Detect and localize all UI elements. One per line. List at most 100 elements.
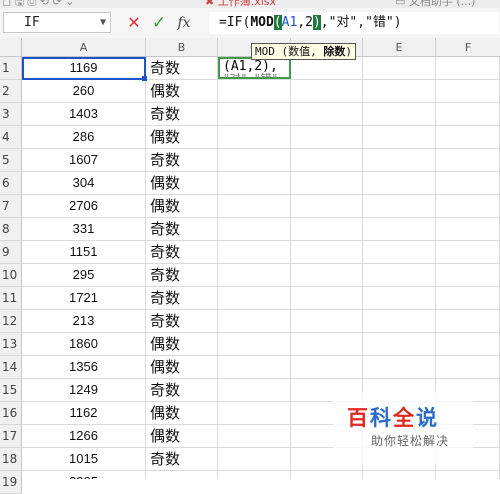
cell-b[interactable]	[146, 471, 218, 479]
cell-empty[interactable]	[291, 218, 363, 241]
cell-empty[interactable]	[291, 149, 363, 172]
cell-a[interactable]: 260	[22, 80, 146, 103]
cell-empty[interactable]	[436, 287, 500, 310]
column-header-b[interactable]: B	[146, 38, 218, 57]
cell-b[interactable]: 偶数	[146, 126, 218, 149]
cell-empty[interactable]	[363, 264, 436, 287]
cancel-icon[interactable]: ✕	[124, 12, 144, 34]
name-box[interactable]: IF ▼	[3, 12, 111, 33]
cell-empty[interactable]	[291, 310, 363, 333]
column-header-a[interactable]: A	[22, 38, 146, 57]
cell-empty[interactable]	[218, 310, 291, 333]
fx-icon[interactable]: fx	[174, 12, 194, 34]
cell-empty[interactable]	[436, 57, 500, 80]
assistant-tab[interactable]: ▭ 文档助手 (...)	[395, 0, 475, 8]
cell-empty[interactable]	[291, 103, 363, 126]
cell-empty[interactable]	[363, 218, 436, 241]
row-header[interactable]: 19	[0, 471, 22, 494]
cell-b[interactable]: 奇数	[146, 218, 218, 241]
cell-a[interactable]: 1607	[22, 149, 146, 172]
cell-b[interactable]: 奇数	[146, 287, 218, 310]
cell-empty[interactable]	[436, 103, 500, 126]
formula-input[interactable]: =IF(MOD(A1,2),"对","错")	[209, 12, 499, 34]
cell-empty[interactable]	[363, 241, 436, 264]
cell-a[interactable]: 1266	[22, 425, 146, 448]
cell-empty[interactable]	[363, 126, 436, 149]
cell-empty[interactable]	[218, 425, 291, 448]
cell-empty[interactable]	[363, 471, 436, 479]
cell-empty[interactable]	[363, 356, 436, 379]
cell-empty[interactable]	[436, 264, 500, 287]
cell-a[interactable]: 1721	[22, 287, 146, 310]
cell-empty[interactable]	[218, 126, 291, 149]
cell-empty[interactable]	[436, 356, 500, 379]
cell-empty[interactable]	[363, 103, 436, 126]
cell-empty[interactable]	[436, 126, 500, 149]
cell-empty[interactable]	[218, 103, 291, 126]
cell-empty[interactable]	[218, 80, 291, 103]
cell-a[interactable]: 1356	[22, 356, 146, 379]
cell-empty[interactable]	[363, 172, 436, 195]
cell-a[interactable]: 1249	[22, 379, 146, 402]
row-header[interactable]: 7	[0, 195, 22, 218]
cell-empty[interactable]	[363, 310, 436, 333]
cell-a[interactable]: 331	[22, 218, 146, 241]
cell-a[interactable]: 1403	[22, 103, 146, 126]
row-header[interactable]: 4	[0, 126, 22, 149]
cell-b[interactable]: 偶数	[146, 172, 218, 195]
cell-empty[interactable]	[218, 402, 291, 425]
cell-empty[interactable]	[218, 379, 291, 402]
cell-empty[interactable]	[218, 264, 291, 287]
cell-empty[interactable]	[291, 172, 363, 195]
cell-empty[interactable]	[363, 287, 436, 310]
cell-empty[interactable]	[436, 80, 500, 103]
cell-empty[interactable]	[218, 241, 291, 264]
cell-b[interactable]: 偶数	[146, 333, 218, 356]
cell-a[interactable]: 1015	[22, 448, 146, 471]
row-header[interactable]: 5	[0, 149, 22, 172]
row-header[interactable]: 11	[0, 287, 22, 310]
cell-empty[interactable]	[436, 241, 500, 264]
row-header[interactable]: 12	[0, 310, 22, 333]
cell-b[interactable]: 偶数	[146, 195, 218, 218]
cell-empty[interactable]	[291, 287, 363, 310]
cell-b[interactable]: 奇数	[146, 448, 218, 471]
row-header[interactable]: 16	[0, 402, 22, 425]
cell-empty[interactable]	[291, 195, 363, 218]
cell-empty[interactable]	[218, 218, 291, 241]
row-header[interactable]: 2	[0, 80, 22, 103]
row-header[interactable]: 1	[0, 57, 22, 80]
cell-empty[interactable]	[363, 57, 436, 80]
row-header[interactable]: 18	[0, 448, 22, 471]
cell-empty[interactable]	[218, 448, 291, 471]
cell-a[interactable]: 286	[22, 126, 146, 149]
column-header-f[interactable]: F	[436, 38, 500, 57]
cell-empty[interactable]	[291, 333, 363, 356]
cell-a[interactable]: 1162	[22, 402, 146, 425]
chevron-down-icon[interactable]: ▼	[100, 13, 106, 32]
cell-empty[interactable]	[291, 356, 363, 379]
cell-b[interactable]: 偶数	[146, 80, 218, 103]
cell-a[interactable]: 304	[22, 172, 146, 195]
cell-empty[interactable]	[218, 356, 291, 379]
cell-a[interactable]: 213	[22, 310, 146, 333]
cell-empty[interactable]	[436, 149, 500, 172]
cell-empty[interactable]	[218, 195, 291, 218]
row-header[interactable]: 15	[0, 379, 22, 402]
cell-a[interactable]: 1151	[22, 241, 146, 264]
column-header-e[interactable]: E	[363, 38, 436, 57]
cell-b[interactable]: 偶数	[146, 356, 218, 379]
cell-b[interactable]: 偶数	[146, 402, 218, 425]
document-tab[interactable]: ✖ 工作簿.xlsx	[205, 0, 276, 8]
cell-b[interactable]: 奇数	[146, 264, 218, 287]
cell-empty[interactable]	[436, 195, 500, 218]
cell-empty[interactable]	[291, 471, 363, 479]
select-all-corner[interactable]	[0, 38, 22, 57]
cell-empty[interactable]	[363, 333, 436, 356]
fill-handle[interactable]	[142, 76, 147, 81]
cell-a[interactable]: 295	[22, 264, 146, 287]
cell-a[interactable]: 1860	[22, 333, 146, 356]
cell-b[interactable]: 奇数	[146, 241, 218, 264]
row-header[interactable]: 3	[0, 103, 22, 126]
enter-icon[interactable]: ✓	[149, 12, 169, 34]
